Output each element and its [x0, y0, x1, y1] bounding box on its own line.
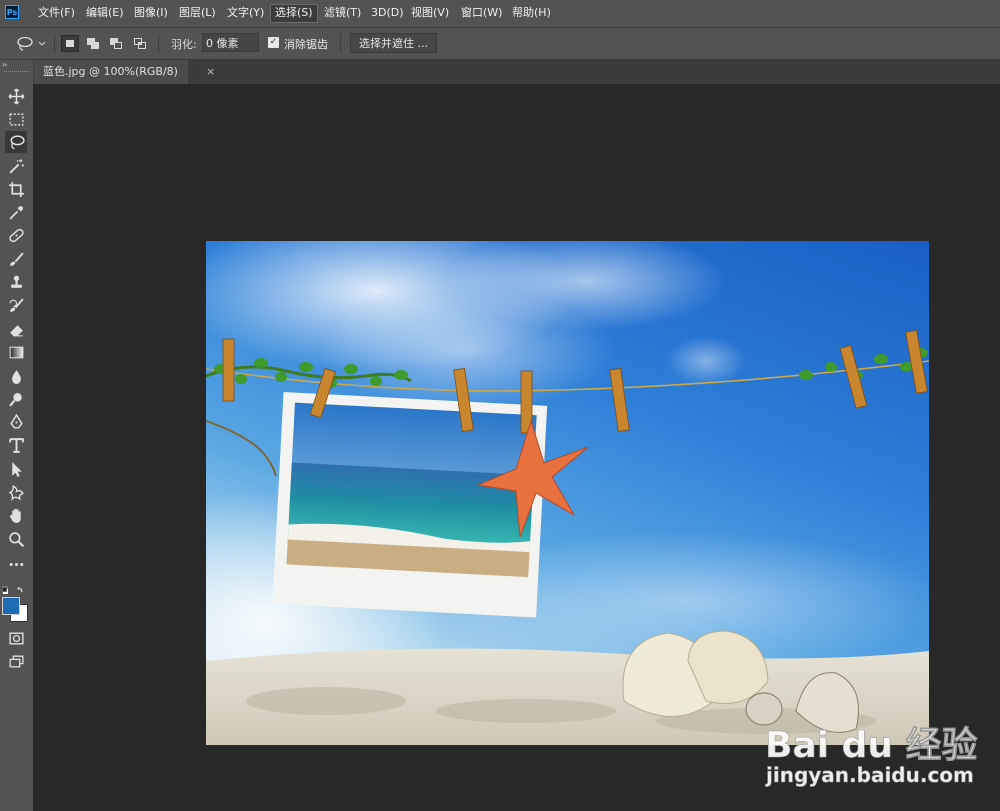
custom-shape-icon: [8, 484, 24, 501]
swap-colors-icon: [17, 587, 23, 593]
blur-drop-icon: [11, 369, 21, 384]
new-selection-icon: [66, 40, 74, 47]
feather-input[interactable]: 0 像素: [202, 33, 259, 52]
gradient-tool[interactable]: [5, 341, 27, 363]
gradient-icon: [9, 346, 23, 358]
type-icon: [8, 437, 24, 453]
marquee-icon: [8, 113, 24, 125]
hand-icon: [9, 508, 21, 523]
menu-edit[interactable]: 编辑(E): [82, 0, 128, 27]
path-selection-icon: [11, 461, 22, 477]
options-bar: 羽化: 0 像素 ✓ 消除锯齿 选择并遮住 ...: [0, 28, 1000, 60]
eyedropper-icon: [9, 205, 23, 219]
select-and-mask-button[interactable]: 选择并遮住 ...: [350, 33, 437, 53]
dodge-tool[interactable]: [5, 388, 27, 410]
blur-tool[interactable]: [5, 365, 27, 387]
path-selection-tool[interactable]: [5, 458, 27, 480]
clone-stamp-icon: [10, 275, 22, 288]
swatch-controls: [1, 581, 30, 594]
rectangular-marquee-tool[interactable]: [5, 108, 27, 130]
photoshop-logo: Ps: [5, 5, 19, 19]
zoom-icon: [8, 531, 24, 547]
edit-toolbar-button[interactable]: [5, 553, 27, 575]
foreground-color-swatch[interactable]: [2, 597, 20, 615]
crop-tool[interactable]: [5, 178, 27, 200]
pen-icon: [9, 413, 23, 429]
menu-image[interactable]: 图像(I): [130, 0, 172, 27]
intersect-selection-button[interactable]: [132, 35, 150, 52]
menu-select[interactable]: 选择(S): [270, 4, 318, 23]
history-brush-icon: [9, 297, 24, 312]
document-image[interactable]: [206, 241, 929, 745]
hand-tool[interactable]: [5, 504, 27, 526]
screen-mode-button[interactable]: [5, 650, 27, 672]
menu-help[interactable]: 帮助(H): [508, 0, 555, 27]
menu-bar: Ps 文件(F) 编辑(E) 图像(I) 图层(L) 文字(Y) 选择(S) 滤…: [0, 0, 1000, 28]
move-tool[interactable]: [5, 85, 27, 107]
lasso-tool[interactable]: [5, 131, 27, 153]
antialias-label: 消除锯齿: [284, 38, 328, 51]
custom-shape-tool[interactable]: [5, 481, 27, 503]
tools-panel: ››: [0, 60, 34, 811]
menu-layer[interactable]: 图层(L): [175, 0, 220, 27]
crop-icon: [8, 181, 24, 197]
zoom-tool[interactable]: [5, 528, 27, 550]
close-tab-icon[interactable]: ×: [206, 60, 215, 84]
new-selection-button[interactable]: [61, 35, 79, 52]
document-tab[interactable]: 蓝色.jpg @ 100%(RGB/8): [33, 60, 188, 84]
lasso-icon: [17, 36, 46, 51]
history-brush-tool[interactable]: [5, 294, 27, 316]
quick-mask-button[interactable]: [5, 627, 27, 649]
clone-stamp-tool[interactable]: [5, 271, 27, 293]
eraser-tool[interactable]: [5, 318, 27, 340]
default-colors-icon[interactable]: [1, 586, 30, 596]
menu-file[interactable]: 文件(F): [34, 0, 79, 27]
type-tool[interactable]: [5, 434, 27, 456]
lasso-tool-icon: [9, 134, 25, 149]
eyedropper-tool[interactable]: [5, 201, 27, 223]
pen-tool[interactable]: [5, 411, 27, 433]
beach-photo: [206, 241, 929, 745]
menu-view[interactable]: 视图(V): [407, 0, 453, 27]
screen-mode-icon: [8, 655, 24, 667]
document-tab-bar: 蓝色.jpg @ 100%(RGB/8) ×: [33, 60, 1000, 84]
brush-tool[interactable]: [5, 248, 27, 270]
antialias-checkbox[interactable]: ✓: [268, 37, 279, 48]
tool-preset-picker[interactable]: [15, 35, 49, 53]
menu-window[interactable]: 窗口(W): [457, 0, 506, 27]
quick-mask-icon: [8, 631, 24, 645]
eraser-icon: [9, 324, 23, 336]
magic-wand-tool[interactable]: [5, 155, 27, 177]
more-icon: [9, 562, 23, 566]
healing-brush-tool[interactable]: [5, 224, 27, 246]
brush-icon: [9, 251, 24, 266]
collapse-panel-icon[interactable]: ››: [2, 60, 8, 69]
healing-brush-icon: [8, 228, 24, 242]
magic-wand-icon: [8, 158, 24, 174]
dodge-icon: [8, 392, 22, 407]
panel-grip[interactable]: [4, 71, 29, 75]
subtract-from-selection-button[interactable]: [108, 35, 126, 52]
move-icon: [8, 88, 24, 104]
add-to-selection-button[interactable]: [85, 35, 103, 52]
menu-type[interactable]: 文字(Y): [223, 0, 268, 27]
feather-label: 羽化:: [171, 38, 197, 51]
menu-3d[interactable]: 3D(D): [367, 0, 408, 27]
menu-filter[interactable]: 滤镜(T): [320, 0, 365, 27]
